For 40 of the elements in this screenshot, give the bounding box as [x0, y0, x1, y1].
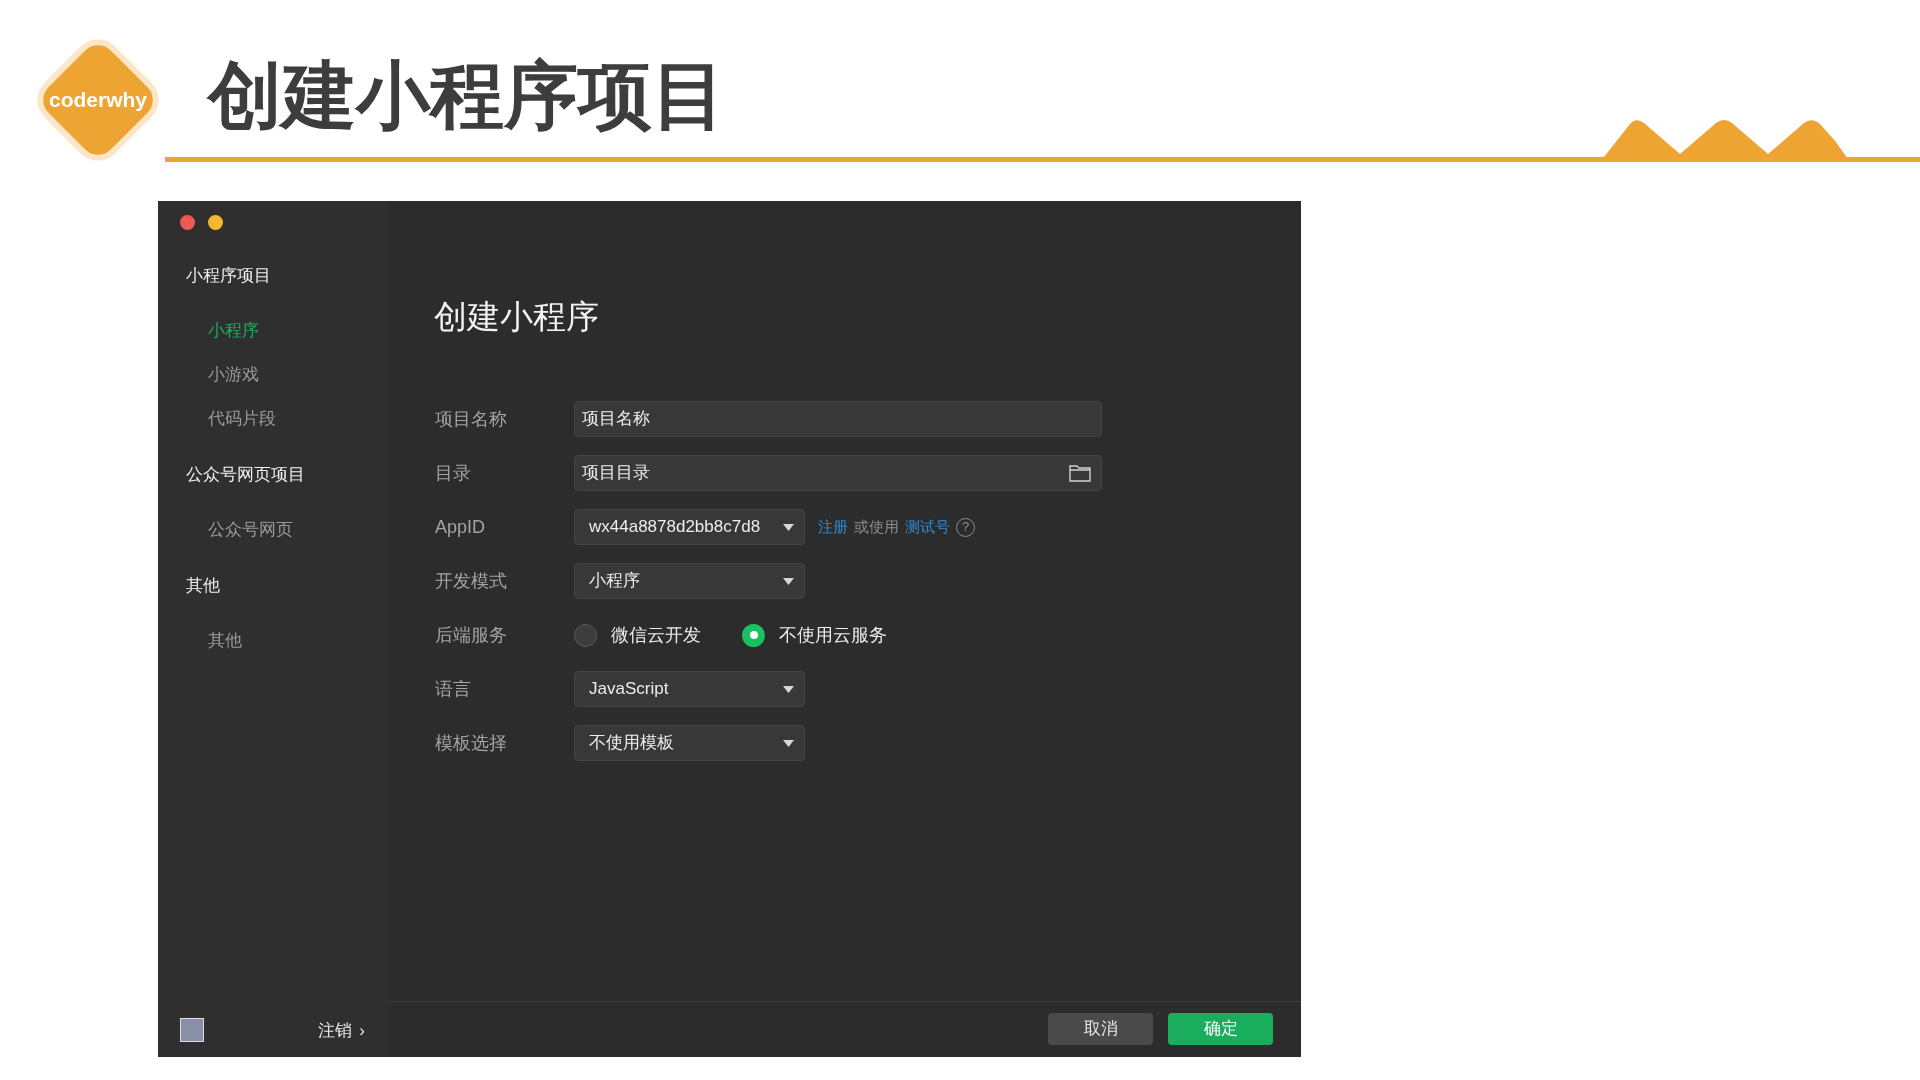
test-account-link[interactable]: 测试号 [905, 515, 950, 539]
slide-title: 创建小程序项目 [208, 58, 726, 132]
radio-button[interactable] [574, 623, 597, 647]
field-label: AppID [435, 515, 487, 539]
field-label: 语言 [435, 677, 472, 701]
field-label: 后端服务 [435, 623, 508, 647]
chevron-icon: › [359, 1017, 365, 1043]
sidebar-group-title: 其他 [186, 575, 221, 597]
register-link[interactable]: 注册 [818, 515, 848, 539]
field-label: 模板选择 [435, 731, 508, 755]
sidebar-group-title: 公众号网页项目 [186, 464, 306, 486]
appid-dropdown[interactable]: wx44a8878d2bb8c7d8 [574, 509, 805, 545]
sidebar-item[interactable]: 其他 [186, 629, 387, 653]
logo-text: coderwhy [49, 87, 147, 114]
project-name-field[interactable]: 项目名称 [574, 401, 1102, 437]
directory-field[interactable]: 项目目录 [574, 455, 1102, 491]
caret-icon [783, 523, 794, 531]
field-label: 目录 [435, 461, 472, 485]
radio-button[interactable] [742, 623, 765, 647]
caret-icon [783, 739, 794, 747]
caret-icon [783, 685, 794, 693]
or-use-text: 或使用 [854, 516, 899, 537]
caret-icon [783, 577, 794, 585]
field-label: 开发模式 [435, 569, 508, 593]
select-dropdown[interactable]: 小程序 [574, 563, 805, 599]
select-dropdown[interactable]: 不使用模板 [574, 725, 805, 761]
radio-label[interactable]: 微信云开发 [611, 621, 701, 649]
sidebar-group-title: 小程序项目 [186, 265, 272, 287]
select-dropdown[interactable]: JavaScript [574, 671, 805, 707]
cancel-button[interactable]: 取消 [1048, 1012, 1153, 1045]
sidebar-item[interactable]: 代码片段 [186, 407, 387, 431]
sidebar-item[interactable]: 公众号网页 [186, 518, 387, 542]
folder-icon[interactable] [1069, 464, 1091, 482]
logout-link[interactable]: 注销 [318, 1017, 353, 1043]
field-label: 项目名称 [435, 407, 508, 431]
sidebar-item[interactable]: 小程序 [186, 319, 387, 343]
avatar-picture[interactable] [180, 1018, 204, 1043]
sidebar-item[interactable]: 小游戏 [186, 363, 387, 387]
dialog-heading: 创建小程序 [434, 297, 600, 337]
radio-label[interactable]: 不使用云服务 [779, 621, 887, 649]
